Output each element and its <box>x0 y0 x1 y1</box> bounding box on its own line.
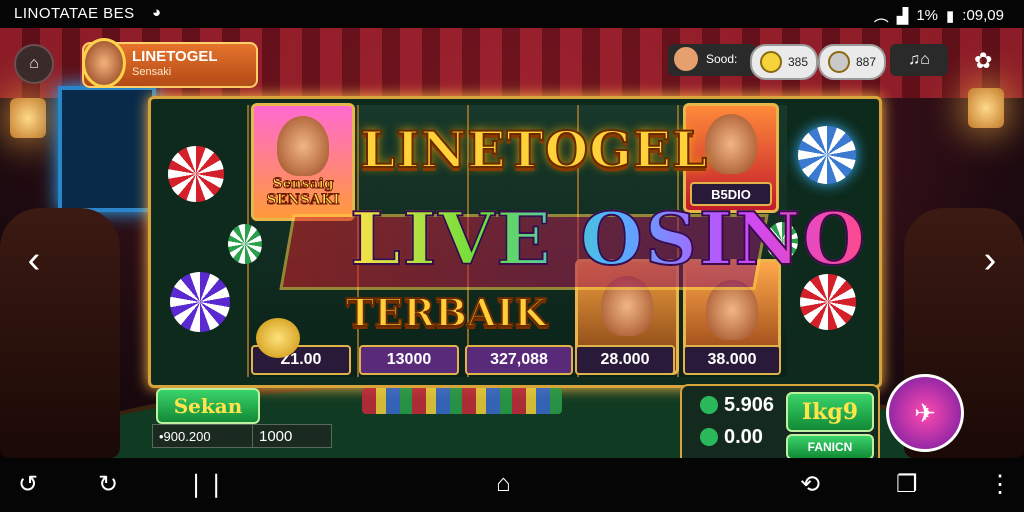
coin-value-1: 385 <box>788 55 809 69</box>
status-bar: LINOTATAE BES ◕ ︵ ▟ 1% ▮ :09,09 <box>0 0 1024 28</box>
bell-icon: ♫⌂ <box>908 51 930 68</box>
sekan-button[interactable]: Sekan <box>156 388 260 424</box>
user-avatar <box>674 47 698 71</box>
user-label: Sood: <box>706 52 738 66</box>
signal-icon: ▟ <box>896 7 909 25</box>
wall-screen <box>58 86 156 212</box>
navigation-bar: ↺ ↻ ❘❘ ⌂ ⟲ ❐ ⋮ <box>0 458 1024 512</box>
notifications-button[interactable]: ♫⌂ <box>890 44 948 76</box>
coin-value-2: 887 <box>856 55 877 69</box>
gold-coin <box>256 318 300 358</box>
chip-blue <box>798 126 856 184</box>
chip-red <box>168 146 224 202</box>
title-line-2: LIVE OSINO <box>349 195 868 282</box>
balance-panel: 5.906 0.00 Ikg9 FANICN <box>680 384 880 458</box>
menu-button[interactable]: ⌂ <box>14 44 54 84</box>
battery-icon: ▮ <box>946 7 955 25</box>
lamp-right <box>968 88 1004 128</box>
value-2: 13000 <box>359 345 459 375</box>
value-5: 38.000 <box>683 345 781 375</box>
rotate-left-icon[interactable]: ↺ <box>18 470 38 499</box>
win-icon <box>700 428 718 446</box>
settings-icon[interactable]: ✿ <box>974 48 992 74</box>
spin-button[interactable]: Ikg9 <box>786 392 874 432</box>
value-3: 327,088 <box>465 345 573 375</box>
balance-value: 5.906 <box>724 394 775 416</box>
overview-icon[interactable]: ❐ <box>896 470 918 499</box>
auto-button[interactable]: FANICN <box>786 434 874 458</box>
chip-stacks <box>362 388 562 414</box>
gem-icon <box>828 51 850 73</box>
wifi-icon: ︵ <box>873 8 889 25</box>
profile-name: LINETOGEL <box>132 48 218 65</box>
refresh-icon[interactable]: ↻ <box>98 470 118 499</box>
prev-arrow[interactable]: ‹ <box>14 238 54 282</box>
coin-icon <box>760 51 782 73</box>
bonus-button[interactable]: ✈ <box>886 374 964 452</box>
bet-field-2[interactable]: 1000 <box>252 424 332 448</box>
lamp-left <box>10 98 46 138</box>
battery-percent: 1% <box>916 7 939 24</box>
next-arrow[interactable]: › <box>970 238 1010 282</box>
character-card-left[interactable]: Sensaig SENSAKI <box>251 103 355 221</box>
coin-pill-2[interactable]: 887 <box>818 44 887 80</box>
coin-pill-1[interactable]: 385 <box>750 44 819 80</box>
value-4: 28.000 <box>575 345 675 375</box>
balance-icon <box>700 396 718 414</box>
notification-icon: ◕ <box>152 4 162 21</box>
title-line-1: LINETOGEL <box>359 119 709 180</box>
status-title: LINOTATAE BES <box>14 5 135 22</box>
game-scene: ⌂ LINETOGEL Sensaki Sood: 385 887 ♫⌂ ✿ ‹… <box>0 28 1024 458</box>
user-badge[interactable]: Sood: <box>668 44 756 76</box>
card-left-text: Sensaig SENSAKI <box>266 176 340 209</box>
chip-green <box>228 224 262 264</box>
chip-purple <box>170 272 230 332</box>
more-icon[interactable]: ⋮ <box>988 470 1012 499</box>
chip-red-right <box>800 274 856 330</box>
clock: :09,09 <box>962 7 1004 24</box>
split-icon[interactable]: ❘❘ <box>186 470 226 499</box>
profile-subtitle: Sensaki <box>132 66 172 78</box>
home-icon[interactable]: ⌂ <box>496 470 511 498</box>
avatar[interactable] <box>82 38 126 88</box>
title-line-3: TERBAIK <box>345 289 548 336</box>
rocket-icon: ✈ <box>914 397 936 428</box>
rotate-icon[interactable]: ⟲ <box>800 470 820 499</box>
win-value: 0.00 <box>724 426 763 448</box>
bet-field-1[interactable]: •900.200 <box>152 424 256 448</box>
